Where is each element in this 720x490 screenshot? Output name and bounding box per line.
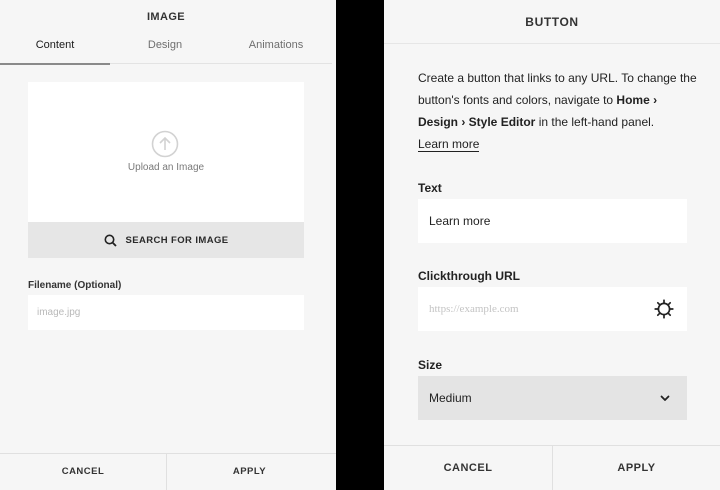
button-panel-footer: CANCEL APPLY	[384, 445, 720, 490]
panel-title: BUTTON	[384, 0, 720, 44]
size-select[interactable]: Medium	[418, 376, 687, 420]
search-button-label: SEARCH FOR IMAGE	[125, 234, 229, 246]
gear-icon[interactable]	[654, 299, 674, 319]
text-field-label: Text	[418, 181, 442, 195]
clickthrough-url-input[interactable]	[418, 287, 687, 331]
apply-button[interactable]: APPLY	[166, 454, 332, 490]
filename-label: Filename (Optional)	[28, 280, 122, 291]
panel-title: IMAGE	[146, 11, 186, 23]
cancel-button[interactable]: CANCEL	[0, 454, 166, 490]
cancel-button[interactable]: CANCEL	[384, 446, 552, 490]
learn-more-link[interactable]: Learn more	[418, 137, 480, 152]
filename-input[interactable]	[28, 295, 304, 330]
active-tab-indicator	[0, 63, 110, 65]
chevron-down-icon	[660, 395, 670, 401]
tab-animations[interactable]: Animations	[220, 37, 332, 64]
button-description: Create a button that links to any URL. T…	[418, 67, 698, 155]
tab-bar: Content Design Animations	[0, 37, 332, 65]
upload-arrow-icon	[151, 130, 179, 158]
image-panel: IMAGE Content Design Animations Upload a…	[0, 0, 336, 490]
button-text-input[interactable]	[418, 199, 687, 243]
upload-label: Upload an Image	[127, 162, 205, 173]
url-field-label: Clickthrough URL	[418, 269, 520, 283]
size-field-label: Size	[418, 358, 443, 372]
search-icon	[104, 234, 117, 247]
tab-content[interactable]: Content	[0, 37, 110, 64]
upload-dropzone[interactable]: Upload an Image	[28, 82, 304, 222]
size-selected-value: Medium	[429, 391, 472, 405]
search-for-image-button[interactable]: SEARCH FOR IMAGE	[28, 222, 304, 258]
apply-button[interactable]: APPLY	[552, 446, 720, 490]
image-panel-footer: CANCEL APPLY	[0, 453, 336, 490]
button-panel: BUTTON Create a button that links to any…	[384, 0, 720, 490]
description-text-end: in the left-hand panel.	[535, 115, 655, 129]
tab-design[interactable]: Design	[110, 37, 220, 64]
